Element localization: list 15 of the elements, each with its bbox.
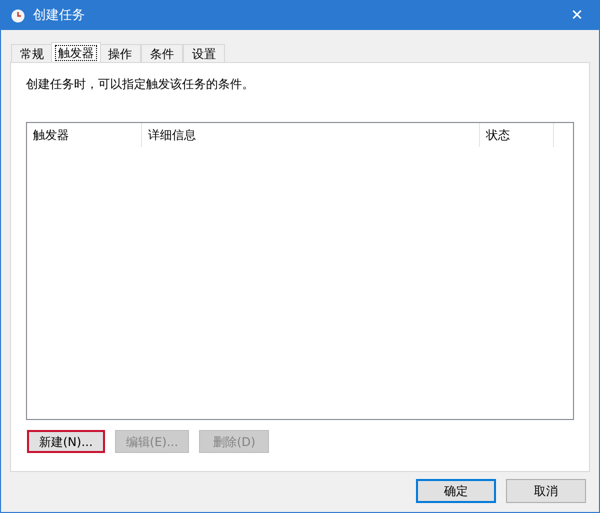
column-header[interactable]: 状态 xyxy=(480,123,554,147)
tab[interactable]: 设置 xyxy=(183,44,225,62)
close-button[interactable]: ✕ xyxy=(555,1,599,30)
tab[interactable]: 触发器 xyxy=(51,42,101,62)
dialog-button[interactable]: 确定 xyxy=(416,479,496,503)
clock-icon xyxy=(11,8,25,22)
column-header[interactable]: 触发器 xyxy=(27,123,142,147)
list-button[interactable]: 新建(N)... xyxy=(27,430,105,453)
description-text: 创建任务时，可以指定触发该任务的条件。 xyxy=(26,76,255,91)
column-header[interactable]: 详细信息 xyxy=(142,123,480,147)
dialog-button[interactable]: 取消 xyxy=(506,479,586,503)
window-title: 创建任务 xyxy=(33,6,85,25)
tab[interactable]: 操作 xyxy=(99,44,141,62)
tab[interactable]: 常规 xyxy=(11,44,53,62)
tab[interactable]: 条件 xyxy=(141,44,183,62)
